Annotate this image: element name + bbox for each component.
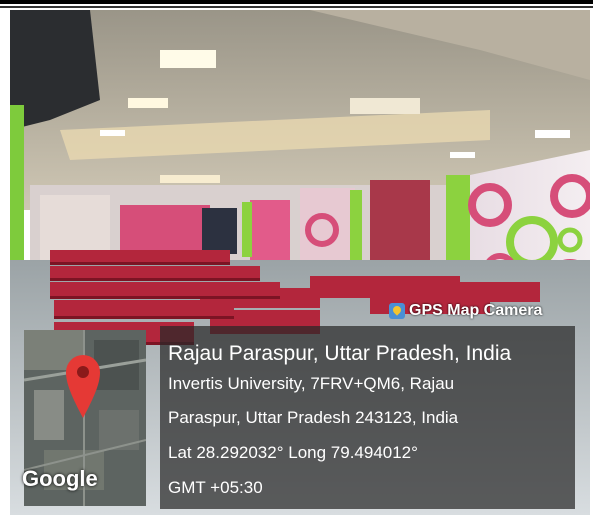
stamp-title: Rajau Paraspur, Uttar Pradesh, India [168, 342, 512, 365]
stamp-coordinates: Lat 28.292032° Long 79.494012° [168, 443, 418, 462]
stamp-address-line-1: Invertis University, 7FRV+QM6, Rajau [168, 374, 455, 393]
brand-label: GPS Map Camera [409, 302, 543, 319]
location-stamp: Rajau Paraspur, Uttar Pradesh, India Inv… [160, 326, 575, 509]
stamp-timezone: GMT +05:30 [168, 478, 263, 497]
top-border-inner [0, 6, 593, 8]
google-logo: Google [22, 466, 98, 491]
stamp-address-line-2: Paraspur, Uttar Pradesh 243123, India [168, 408, 459, 427]
gps-map-camera-icon [389, 303, 405, 319]
gps-map-camera-badge: GPS Map Camera [389, 302, 542, 320]
image-frame: GPS Map Camera Google Rajau Paraspur, Ut… [0, 0, 593, 520]
top-border [0, 0, 593, 4]
